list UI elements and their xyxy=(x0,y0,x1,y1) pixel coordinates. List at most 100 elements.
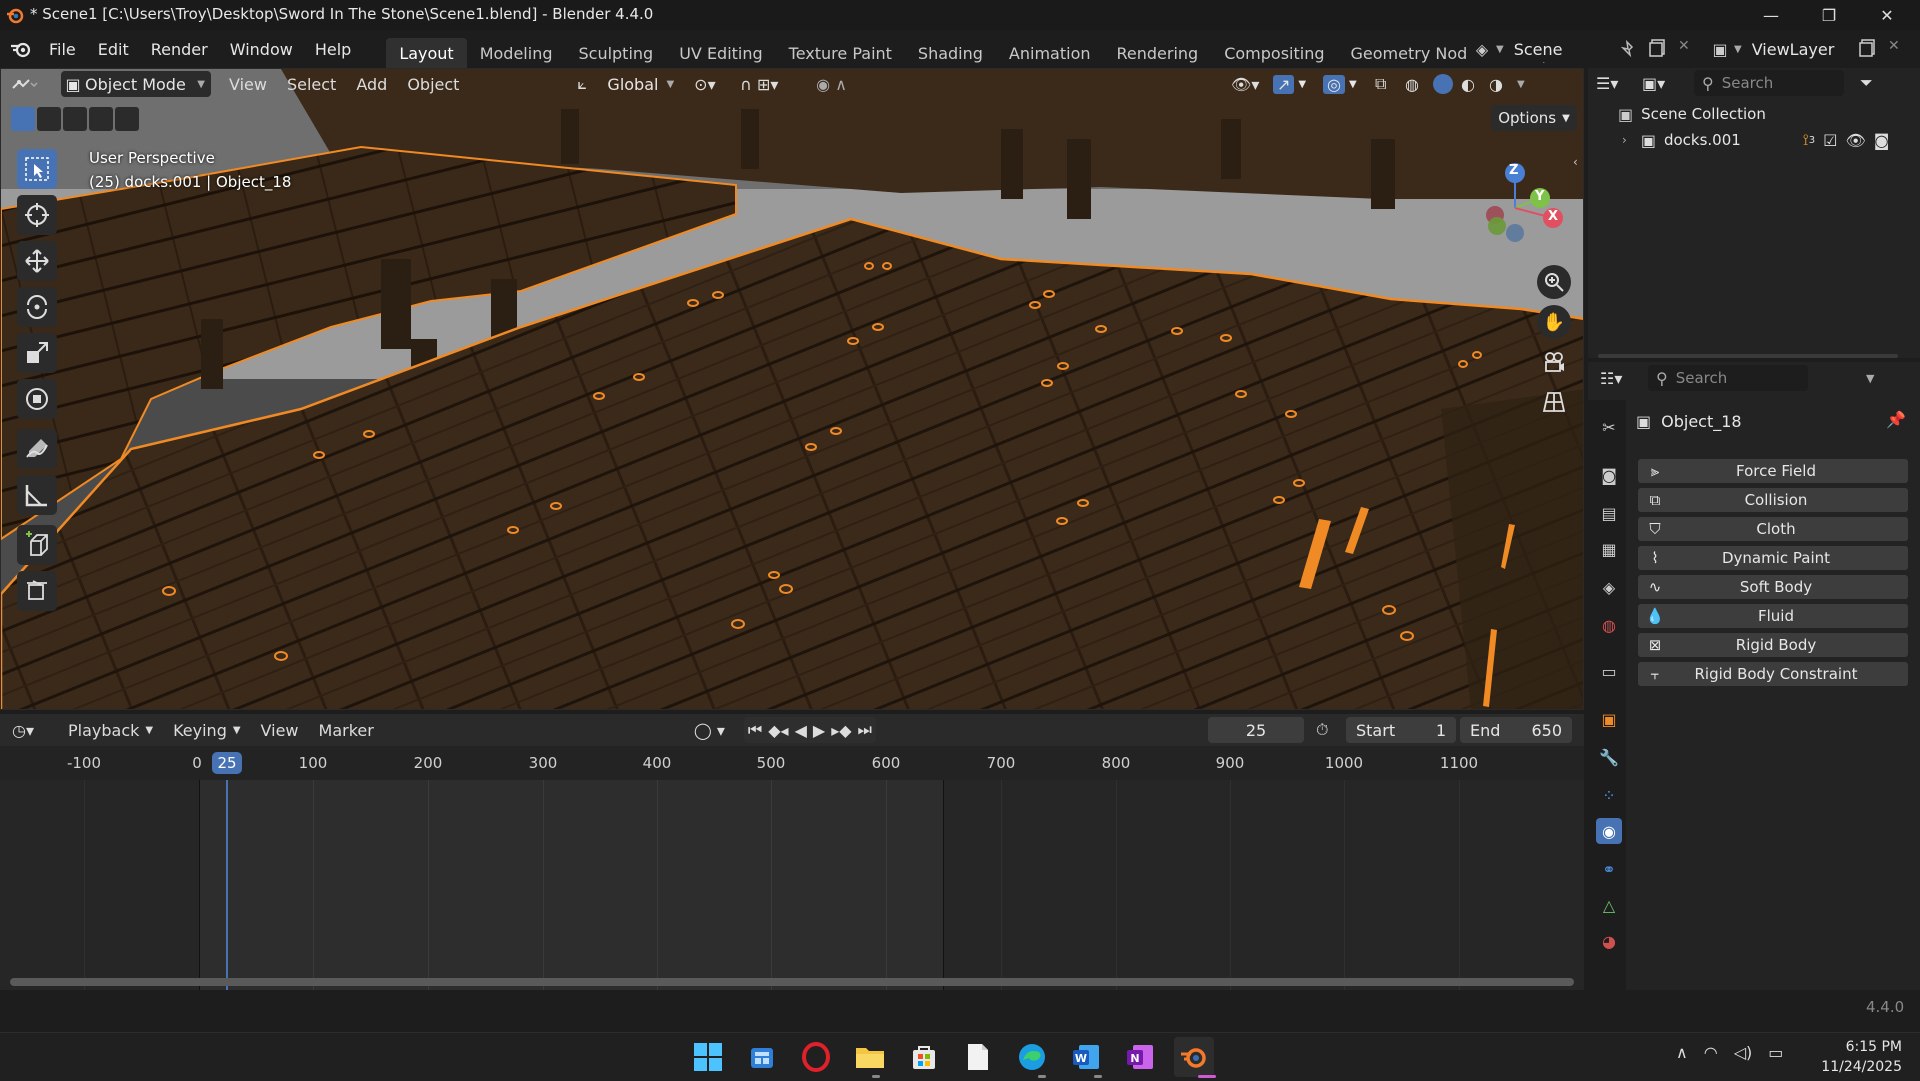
scale-tool[interactable] xyxy=(17,333,57,373)
properties-search[interactable]: ⚲ Search xyxy=(1648,365,1808,391)
camera-view-icon[interactable] xyxy=(1537,345,1571,379)
mode-selector[interactable]: ▣ Object Mode ▼ xyxy=(61,71,211,97)
rendered-shading-icon[interactable]: ◑ xyxy=(1489,70,1515,98)
viewport-menu-select[interactable]: Select xyxy=(277,70,346,98)
cursor-tool[interactable] xyxy=(17,195,57,235)
new-view-layer-icon[interactable] xyxy=(1858,38,1880,60)
opera-icon[interactable] xyxy=(796,1037,836,1077)
xray-icon[interactable]: ⧉ xyxy=(1375,70,1403,98)
select-subtract-icon[interactable] xyxy=(63,107,87,131)
next-keyframe-icon[interactable]: ▸◆ xyxy=(831,721,851,740)
zoom-icon[interactable] xyxy=(1537,265,1571,299)
collision-button[interactable]: ⧉ Collision xyxy=(1638,488,1908,512)
eye-icon[interactable]: 👁 xyxy=(1845,131,1865,150)
snap-icon[interactable]: ∩ ⊞▾ xyxy=(740,70,810,98)
jump-end-icon[interactable]: ⏭ xyxy=(858,720,872,740)
timeline-area[interactable]: -100 0 100 200 300 400 500 600 700 800 9… xyxy=(0,746,1584,990)
current-frame-field[interactable]: 25 xyxy=(1208,717,1304,743)
editor-type-icon[interactable]: ◷▾ xyxy=(12,716,52,744)
select-box-tool[interactable] xyxy=(17,149,57,189)
menu-file[interactable]: File xyxy=(38,30,87,68)
material-properties-icon[interactable]: ◕ xyxy=(1596,928,1622,954)
cloth-button[interactable]: ⛉ Cloth xyxy=(1638,517,1908,541)
playhead-line[interactable] xyxy=(226,780,228,990)
pin-icon[interactable] xyxy=(1620,39,1640,60)
menu-render[interactable]: Render xyxy=(140,30,219,68)
delete-view-layer-icon[interactable]: ✕ xyxy=(1888,38,1908,60)
end-frame-field[interactable]: End 650 xyxy=(1460,717,1572,743)
playhead-frame-label[interactable]: 25 xyxy=(212,752,242,774)
physics-properties-icon[interactable]: ◉ xyxy=(1596,818,1622,844)
annotate-tool[interactable] xyxy=(17,429,57,469)
visibility-icon[interactable]: 👁▾ xyxy=(1231,70,1271,98)
edge-icon[interactable] xyxy=(1012,1037,1052,1077)
3d-viewport[interactable]: ▣ Object Mode ▼ View Select Add Object ⟀… xyxy=(0,68,1584,710)
minimize-button[interactable]: — xyxy=(1742,0,1800,30)
tab-sculpting[interactable]: Sculpting xyxy=(565,38,666,68)
notepad-icon[interactable] xyxy=(958,1037,998,1077)
scene-collection-row[interactable]: ▣ Scene Collection xyxy=(1618,102,1766,126)
clock-date[interactable]: 11/24/2025 xyxy=(1810,1059,1902,1075)
file-explorer-icon[interactable] xyxy=(850,1037,890,1077)
tab-uv-editing[interactable]: UV Editing xyxy=(666,38,775,68)
tray-overflow-icon[interactable]: ∧ xyxy=(1676,1043,1688,1062)
world-properties-icon[interactable]: ◍ xyxy=(1596,612,1622,638)
close-button[interactable]: ✕ xyxy=(1858,0,1916,30)
microsoft-store-icon[interactable] xyxy=(904,1037,944,1077)
tab-layout[interactable]: Layout xyxy=(386,38,467,68)
chevron-down-icon[interactable]: ▼ xyxy=(1517,70,1535,98)
stopwatch-icon[interactable]: ⏱ xyxy=(1316,717,1342,743)
filter-icon[interactable]: ⏷ xyxy=(1860,69,1884,97)
expand-chevron-icon[interactable]: › xyxy=(1622,133,1627,147)
clock-time[interactable]: 6:15 PM xyxy=(1810,1039,1902,1055)
tab-shading[interactable]: Shading xyxy=(905,38,996,68)
proportional-edit-icon[interactable]: ◉ ∧ xyxy=(816,70,876,98)
outliner-search[interactable]: ⚲ Search xyxy=(1694,70,1844,96)
tab-compositing[interactable]: Compositing xyxy=(1211,38,1337,68)
blender-taskbar-icon[interactable] xyxy=(1174,1037,1214,1077)
force-field-button[interactable]: ⫸ Force Field xyxy=(1638,459,1908,483)
editor-type-icon[interactable]: ☰▾ xyxy=(1596,69,1636,97)
add-cube-tool[interactable] xyxy=(17,525,57,565)
menu-edit[interactable]: Edit xyxy=(87,30,140,68)
task-view-icon[interactable] xyxy=(742,1037,782,1077)
restore-button[interactable]: ❐ xyxy=(1800,0,1858,30)
timeline-scrollbar[interactable] xyxy=(10,978,1574,986)
editor-type-icon[interactable]: ☷▾ xyxy=(1600,364,1640,392)
word-icon[interactable]: W xyxy=(1066,1037,1106,1077)
perspective-toggle-icon[interactable] xyxy=(1537,385,1571,419)
rotate-tool[interactable] xyxy=(17,287,57,327)
editor-type-icon[interactable] xyxy=(9,70,51,98)
tab-rendering[interactable]: Rendering xyxy=(1104,38,1212,68)
menu-help[interactable]: Help xyxy=(304,30,362,68)
tab-modeling[interactable]: Modeling xyxy=(467,38,566,68)
view-layer-selector[interactable]: ▣ ▼ ViewLayer xyxy=(1706,36,1866,62)
pan-hand-icon[interactable]: ✋ xyxy=(1537,305,1571,339)
camera-icon[interactable]: ◙ xyxy=(1874,131,1890,150)
windows-start-icon[interactable] xyxy=(688,1037,728,1077)
timeline-keying-menu[interactable]: Keying ▼ xyxy=(163,716,250,744)
tab-animation[interactable]: Animation xyxy=(996,38,1104,68)
new-scene-icon[interactable] xyxy=(1648,38,1670,60)
start-frame-field[interactable]: Start 1 xyxy=(1346,717,1456,743)
collection-properties-icon[interactable]: ▭ xyxy=(1596,658,1622,684)
timeline-playback-menu[interactable]: Playback ▼ xyxy=(58,716,163,744)
select-invert-icon[interactable] xyxy=(89,107,113,131)
timeline-marker-menu[interactable]: Marker xyxy=(309,716,384,744)
wifi-icon[interactable]: ◠ xyxy=(1704,1043,1718,1062)
overlay-toggle-icon[interactable]: ◎ ▼ xyxy=(1323,70,1373,98)
material-shading-icon[interactable]: ◐ xyxy=(1461,70,1487,98)
auto-keying-icon[interactable]: ◯ ▾ xyxy=(694,716,736,744)
constraint-properties-icon[interactable]: ⚭ xyxy=(1596,856,1622,882)
viewport-scene[interactable] xyxy=(1,69,1584,710)
select-intersect-icon[interactable] xyxy=(115,107,139,131)
display-mode-icon[interactable]: ▣▾ xyxy=(1642,69,1682,97)
transform-tool[interactable] xyxy=(17,379,57,419)
scene-properties-icon[interactable]: ◈ xyxy=(1596,574,1622,600)
render-properties-icon[interactable]: ◙ xyxy=(1596,462,1622,488)
volume-icon[interactable]: ◁) xyxy=(1734,1043,1753,1062)
select-extend-icon[interactable] xyxy=(37,107,61,131)
dynamic-paint-button[interactable]: ⌇ Dynamic Paint xyxy=(1638,546,1908,570)
move-tool[interactable] xyxy=(17,241,57,281)
transform-orientation[interactable]: ⟀ Global ▼ xyxy=(577,70,674,98)
